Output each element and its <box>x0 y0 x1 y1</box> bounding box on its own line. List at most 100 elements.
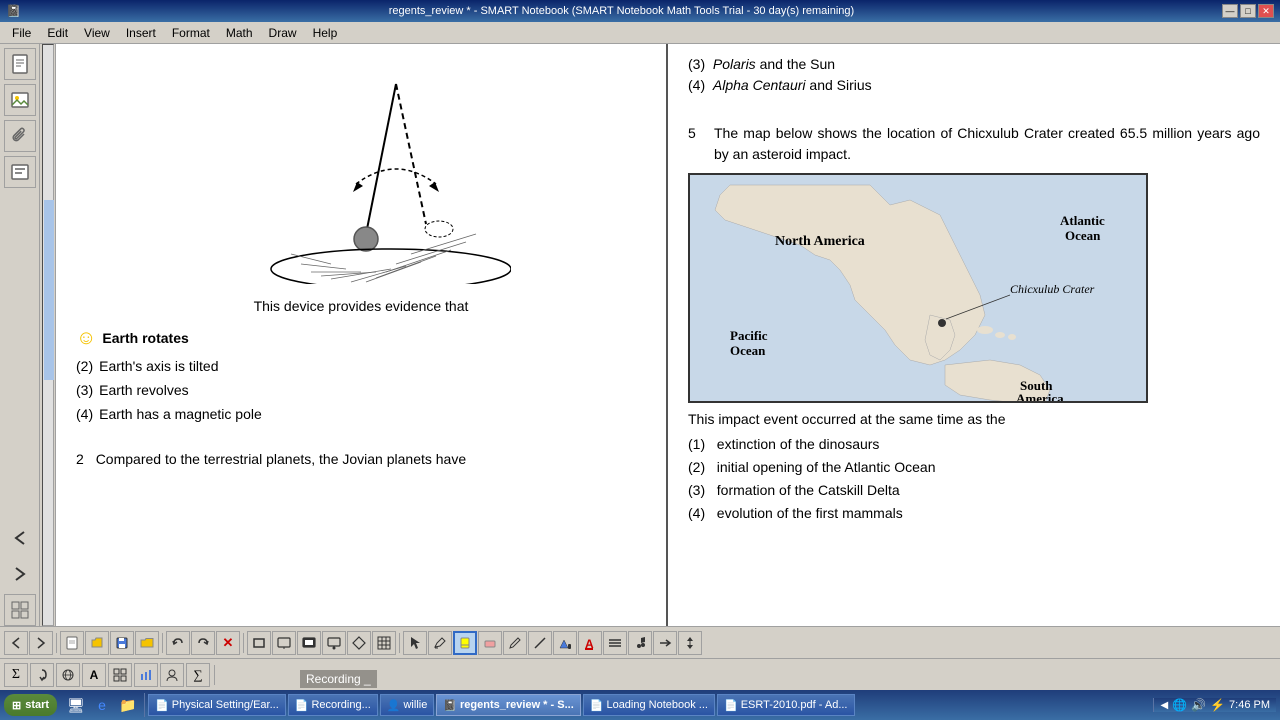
nav-prev[interactable] <box>4 522 36 554</box>
toolbar-up-down[interactable] <box>678 631 702 655</box>
pendulum-caption: This device provides evidence that <box>76 296 646 317</box>
answer-option-3: (3) Earth revolves <box>76 380 646 401</box>
toolbar-arrow-right[interactable] <box>29 631 53 655</box>
toolbar-redo[interactable] <box>191 631 215 655</box>
toolbar-pen[interactable] <box>428 631 452 655</box>
crater-map: North America Atlantic Ocean Pacific Oce… <box>688 173 1148 403</box>
toolbar-save[interactable] <box>110 631 134 655</box>
toolbar-lines[interactable] <box>603 631 627 655</box>
tool-image[interactable] <box>4 84 36 116</box>
svg-text:Ocean: Ocean <box>730 343 766 358</box>
tool-refresh[interactable] <box>30 663 54 687</box>
impact-answers: (1) extinction of the dinosaurs (2) init… <box>688 434 1260 524</box>
toolbar-music[interactable] <box>628 631 652 655</box>
toolbar-folder[interactable] <box>135 631 159 655</box>
menu-insert[interactable]: Insert <box>118 24 164 42</box>
menu-view[interactable]: View <box>76 24 118 42</box>
impact-answer-3: (3) formation of the Catskill Delta <box>688 480 1260 501</box>
toolbar-delete[interactable]: ✕ <box>216 631 240 655</box>
tool-sigma[interactable]: Σ <box>4 663 28 687</box>
tool-globe[interactable] <box>56 663 80 687</box>
taskbar-folder[interactable]: 📁 <box>116 693 140 717</box>
toolbar-rectangle[interactable] <box>247 631 271 655</box>
windows-icon: ⊞ <box>12 699 21 712</box>
tool-page[interactable] <box>4 48 36 80</box>
minimize-button[interactable]: — <box>1222 4 1238 18</box>
toolbar-highlighter[interactable] <box>453 631 477 655</box>
maximize-button[interactable]: □ <box>1240 4 1256 18</box>
toolbar-text-color[interactable]: A <box>578 631 602 655</box>
tool-user[interactable] <box>160 663 184 687</box>
toolbar-undo[interactable] <box>166 631 190 655</box>
answer-4-text: Earth has a magnetic pole <box>99 404 262 425</box>
titlebar-title: regents_review * - SMART Notebook (SMART… <box>389 5 854 17</box>
answer-2-text: Earth's axis is tilted <box>99 356 218 377</box>
toolbar-screen2[interactable] <box>297 631 321 655</box>
tool-integral[interactable]: ∑ <box>186 663 210 687</box>
start-label: start <box>25 699 49 711</box>
answer-option-2: (2) Earth's axis is tilted <box>76 356 646 377</box>
toolbar-table[interactable] <box>372 631 396 655</box>
window-icon: 📓 <box>6 4 21 18</box>
answer-1-text: Earth rotates <box>102 328 188 349</box>
menu-draw[interactable]: Draw <box>261 24 305 42</box>
system-tray: ◀ 🌐 🔊 ⚡ 7:46 PM <box>1153 698 1276 712</box>
impact-answer-2: (2) initial opening of the Atlantic Ocea… <box>688 457 1260 478</box>
toolbar-select[interactable] <box>403 631 427 655</box>
taskbar-loading[interactable]: 📄 Loading Notebook ... <box>583 694 715 716</box>
left-page: This device provides evidence that ☺ Ear… <box>56 44 668 626</box>
tray-network[interactable]: 🌐 <box>1172 698 1187 712</box>
toolbar-line[interactable] <box>528 631 552 655</box>
nav-next[interactable] <box>4 558 36 590</box>
tool-grid[interactable] <box>4 594 36 626</box>
taskbar-willie[interactable]: 👤 willie <box>380 694 435 716</box>
q5-number: 5 <box>688 123 704 165</box>
q2-text: Compared to the terrestrial planets, the… <box>96 451 466 467</box>
menu-help[interactable]: Help <box>305 24 346 42</box>
menu-file[interactable]: File <box>4 24 39 42</box>
taskbar: ⊞ start 🖥 e 📁 📄 Physical Setting/Ear... … <box>0 690 1280 720</box>
taskbar-esrt[interactable]: 📄 ESRT-2010.pdf - Ad... <box>717 694 855 716</box>
taskbar-show-desktop[interactable]: 🖥 <box>64 693 88 717</box>
start-button[interactable]: ⊞ start <box>4 694 57 716</box>
toolbar-open[interactable] <box>85 631 109 655</box>
vertical-scrollbar[interactable] <box>40 44 56 626</box>
right-top: (3) Polaris and the Sun (4) Alpha Centau… <box>688 54 1260 96</box>
menu-edit[interactable]: Edit <box>39 24 76 42</box>
taskbar-recording[interactable]: 📄 Recording... <box>288 694 378 716</box>
question-2: 2 Compared to the terrestrial planets, t… <box>76 449 646 470</box>
toolbar-diamond[interactable] <box>347 631 371 655</box>
menu-math[interactable]: Math <box>218 24 261 42</box>
answer-3-text: Earth revolves <box>99 380 188 401</box>
taskbar-ie[interactable]: e <box>90 693 114 717</box>
taskbar-regents-active[interactable]: 📓 regents_review * - S... <box>436 694 580 716</box>
tool-text[interactable]: A <box>82 663 106 687</box>
main-container: This device provides evidence that ☺ Ear… <box>0 44 1280 626</box>
taskbar-physical-setting[interactable]: 📄 Physical Setting/Ear... <box>148 694 286 716</box>
content-area: This device provides evidence that ☺ Ear… <box>56 44 1280 626</box>
main-toolbar: ✕ A <box>0 626 1280 658</box>
tool-chart[interactable] <box>134 663 158 687</box>
toolbar-pencil[interactable] <box>503 631 527 655</box>
toolbar-screen1[interactable] <box>272 631 296 655</box>
tray-volume[interactable]: 🔊 <box>1191 698 1206 712</box>
svg-text:Pacific: Pacific <box>730 328 768 343</box>
tool-grid2[interactable] <box>108 663 132 687</box>
menu-format[interactable]: Format <box>164 24 218 42</box>
tray-power[interactable]: ⚡ <box>1210 698 1225 712</box>
tool-attachment[interactable] <box>4 120 36 152</box>
impact-answer-1: (1) extinction of the dinosaurs <box>688 434 1260 455</box>
toolbar-new[interactable] <box>60 631 84 655</box>
tray-arrow-left[interactable]: ◀ <box>1160 700 1168 711</box>
toolbar-arrow-tool[interactable] <box>653 631 677 655</box>
toolbar-screen3[interactable] <box>322 631 346 655</box>
svg-text:Ocean: Ocean <box>1065 228 1101 243</box>
secondary-toolbar: Σ A ∑ <box>0 658 1280 690</box>
answer-3-marker: (3) <box>76 380 93 401</box>
svg-text:Chicxulub Crater: Chicxulub Crater <box>1010 282 1095 296</box>
close-button[interactable]: ✕ <box>1258 4 1274 18</box>
toolbar-fill[interactable] <box>553 631 577 655</box>
toolbar-arrow-left[interactable] <box>4 631 28 655</box>
toolbar-eraser[interactable] <box>478 631 502 655</box>
tool-properties[interactable] <box>4 156 36 188</box>
